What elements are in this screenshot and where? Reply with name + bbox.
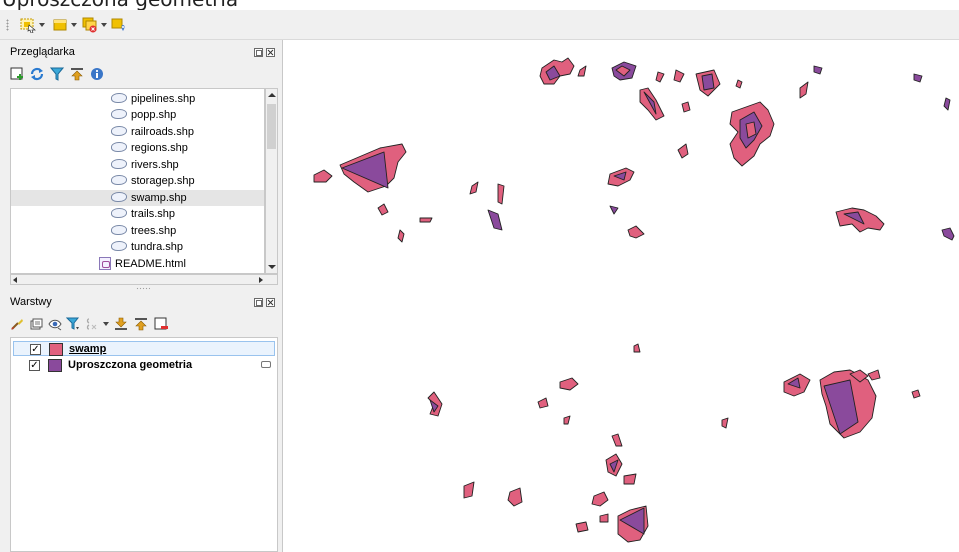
- tree-item-tundra[interactable]: tundra.shp: [111, 239, 183, 255]
- scroll-left-arrow[interactable]: [13, 277, 17, 283]
- select-features-dropdown[interactable]: [39, 23, 45, 27]
- tree-item-label: regions.shp: [131, 142, 188, 154]
- select-location-icon[interactable]: [111, 17, 127, 33]
- caption-heading: Uproszczona geometria: [0, 0, 959, 10]
- shapefile-icon: [111, 192, 127, 203]
- scroll-up-arrow[interactable]: [268, 93, 276, 97]
- tree-item-label: railroads.shp: [131, 126, 194, 138]
- layer-color-swatch: [48, 359, 62, 372]
- layer-color-swatch: [49, 343, 63, 356]
- toolbar-handle[interactable]: [6, 19, 9, 31]
- deselect-icon[interactable]: [52, 17, 68, 33]
- shapefile-icon: [111, 208, 127, 219]
- layers-close-button[interactable]: [266, 298, 275, 307]
- style-icon[interactable]: [10, 317, 24, 331]
- shapefile-icon: [111, 225, 127, 236]
- shapefile-icon: [111, 142, 127, 153]
- layer-visibility-checkbox[interactable]: ✓: [29, 360, 40, 371]
- tree-item-label: popp.shp: [131, 109, 177, 121]
- remove-selection-icon[interactable]: [82, 17, 98, 33]
- layer-visibility-checkbox[interactable]: ✓: [30, 344, 41, 355]
- layer-label: swamp: [69, 343, 107, 355]
- tree-item-storagep[interactable]: storagep.shp: [111, 173, 195, 189]
- memory-layer-indicator-icon[interactable]: [261, 361, 271, 368]
- shapefile-icon: [111, 175, 127, 186]
- collapse-icon[interactable]: [70, 67, 84, 81]
- tree-item-label: rivers.shp: [131, 159, 179, 171]
- filter-icon[interactable]: [50, 67, 64, 81]
- tree-item-rivers[interactable]: rivers.shp: [111, 157, 179, 173]
- scroll-thumb[interactable]: [267, 104, 276, 149]
- add-layer-icon[interactable]: [10, 67, 24, 81]
- scroll-down-arrow[interactable]: [268, 265, 276, 269]
- tree-item-label: pipelines.shp: [131, 93, 196, 105]
- visibility-icon[interactable]: [48, 317, 62, 331]
- tree-item-label: storagep.shp: [131, 175, 195, 187]
- tree-item-railroads[interactable]: railroads.shp: [111, 124, 194, 140]
- browser-close-button[interactable]: [266, 48, 275, 57]
- tree-item-regions[interactable]: regions.shp: [111, 140, 188, 156]
- browser-toolbar: [10, 67, 140, 83]
- tree-item-popp[interactable]: popp.shp: [111, 107, 176, 123]
- scroll-right-arrow[interactable]: [259, 277, 263, 283]
- remove-selection-dropdown[interactable]: [101, 23, 107, 27]
- tree-item-trees[interactable]: trees.shp: [111, 223, 176, 239]
- tree-item-swamp[interactable]: swamp.shp: [111, 190, 187, 206]
- remove-layer-icon[interactable]: [154, 317, 168, 331]
- browser-panel-title: Przeglądarka: [10, 46, 75, 58]
- layers-toolbar: [10, 317, 210, 333]
- tree-item-label: tundra.shp: [131, 241, 183, 253]
- shapefile-icon: [111, 159, 127, 170]
- tree-item-trails[interactable]: trails.shp: [111, 206, 175, 222]
- left-dock: Przeglądarka pipelines.shp popp.shp rail…: [0, 40, 283, 552]
- layers-panel-title: Warstwy: [10, 296, 52, 308]
- layers-tree[interactable]: ✓ swamp ✓ Uproszczona geometria: [10, 337, 278, 552]
- map-canvas[interactable]: [284, 40, 959, 552]
- shapefile-icon: [111, 109, 127, 120]
- shapefile-icon: [111, 241, 127, 252]
- browser-tree[interactable]: pipelines.shp popp.shp railroads.shp reg…: [10, 88, 265, 274]
- panel-splitter[interactable]: [136, 287, 150, 290]
- shapefile-icon: [111, 93, 127, 104]
- filter-legend-icon[interactable]: [66, 317, 80, 331]
- browser-float-button[interactable]: [254, 48, 263, 57]
- layer-row-simplified[interactable]: ✓ Uproszczona geometria: [13, 358, 275, 373]
- selection-toolbar: [0, 10, 959, 40]
- tree-item-label: trees.shp: [131, 225, 177, 237]
- tree-item-readme[interactable]: README.html: [99, 256, 186, 272]
- collapse-all-icon[interactable]: [134, 317, 148, 331]
- info-icon[interactable]: [90, 67, 104, 81]
- expression-icon[interactable]: [86, 317, 100, 331]
- tree-item-label: swamp.shp: [131, 192, 187, 204]
- layer-label: Uproszczona geometria: [68, 359, 193, 371]
- tree-item-label: README.html: [115, 258, 186, 270]
- expression-dropdown[interactable]: [103, 322, 109, 326]
- map-features: [313, 57, 955, 543]
- tree-item-pipelines[interactable]: pipelines.shp: [111, 91, 195, 107]
- select-features-icon[interactable]: [20, 17, 36, 33]
- browser-vertical-scrollbar[interactable]: [265, 88, 278, 274]
- browser-horizontal-scrollbar[interactable]: [10, 274, 278, 285]
- layer-row-swamp[interactable]: ✓ swamp: [13, 341, 275, 356]
- shapefile-icon: [111, 126, 127, 137]
- html-file-icon: [99, 256, 111, 270]
- add-group-icon[interactable]: [29, 317, 43, 331]
- tree-item-label: trails.shp: [131, 208, 176, 220]
- deselect-dropdown[interactable]: [71, 23, 77, 27]
- refresh-icon[interactable]: [30, 67, 44, 81]
- layers-float-button[interactable]: [254, 298, 263, 307]
- caption-text: Uproszczona geometria: [2, 0, 238, 10]
- expand-icon[interactable]: [114, 317, 128, 331]
